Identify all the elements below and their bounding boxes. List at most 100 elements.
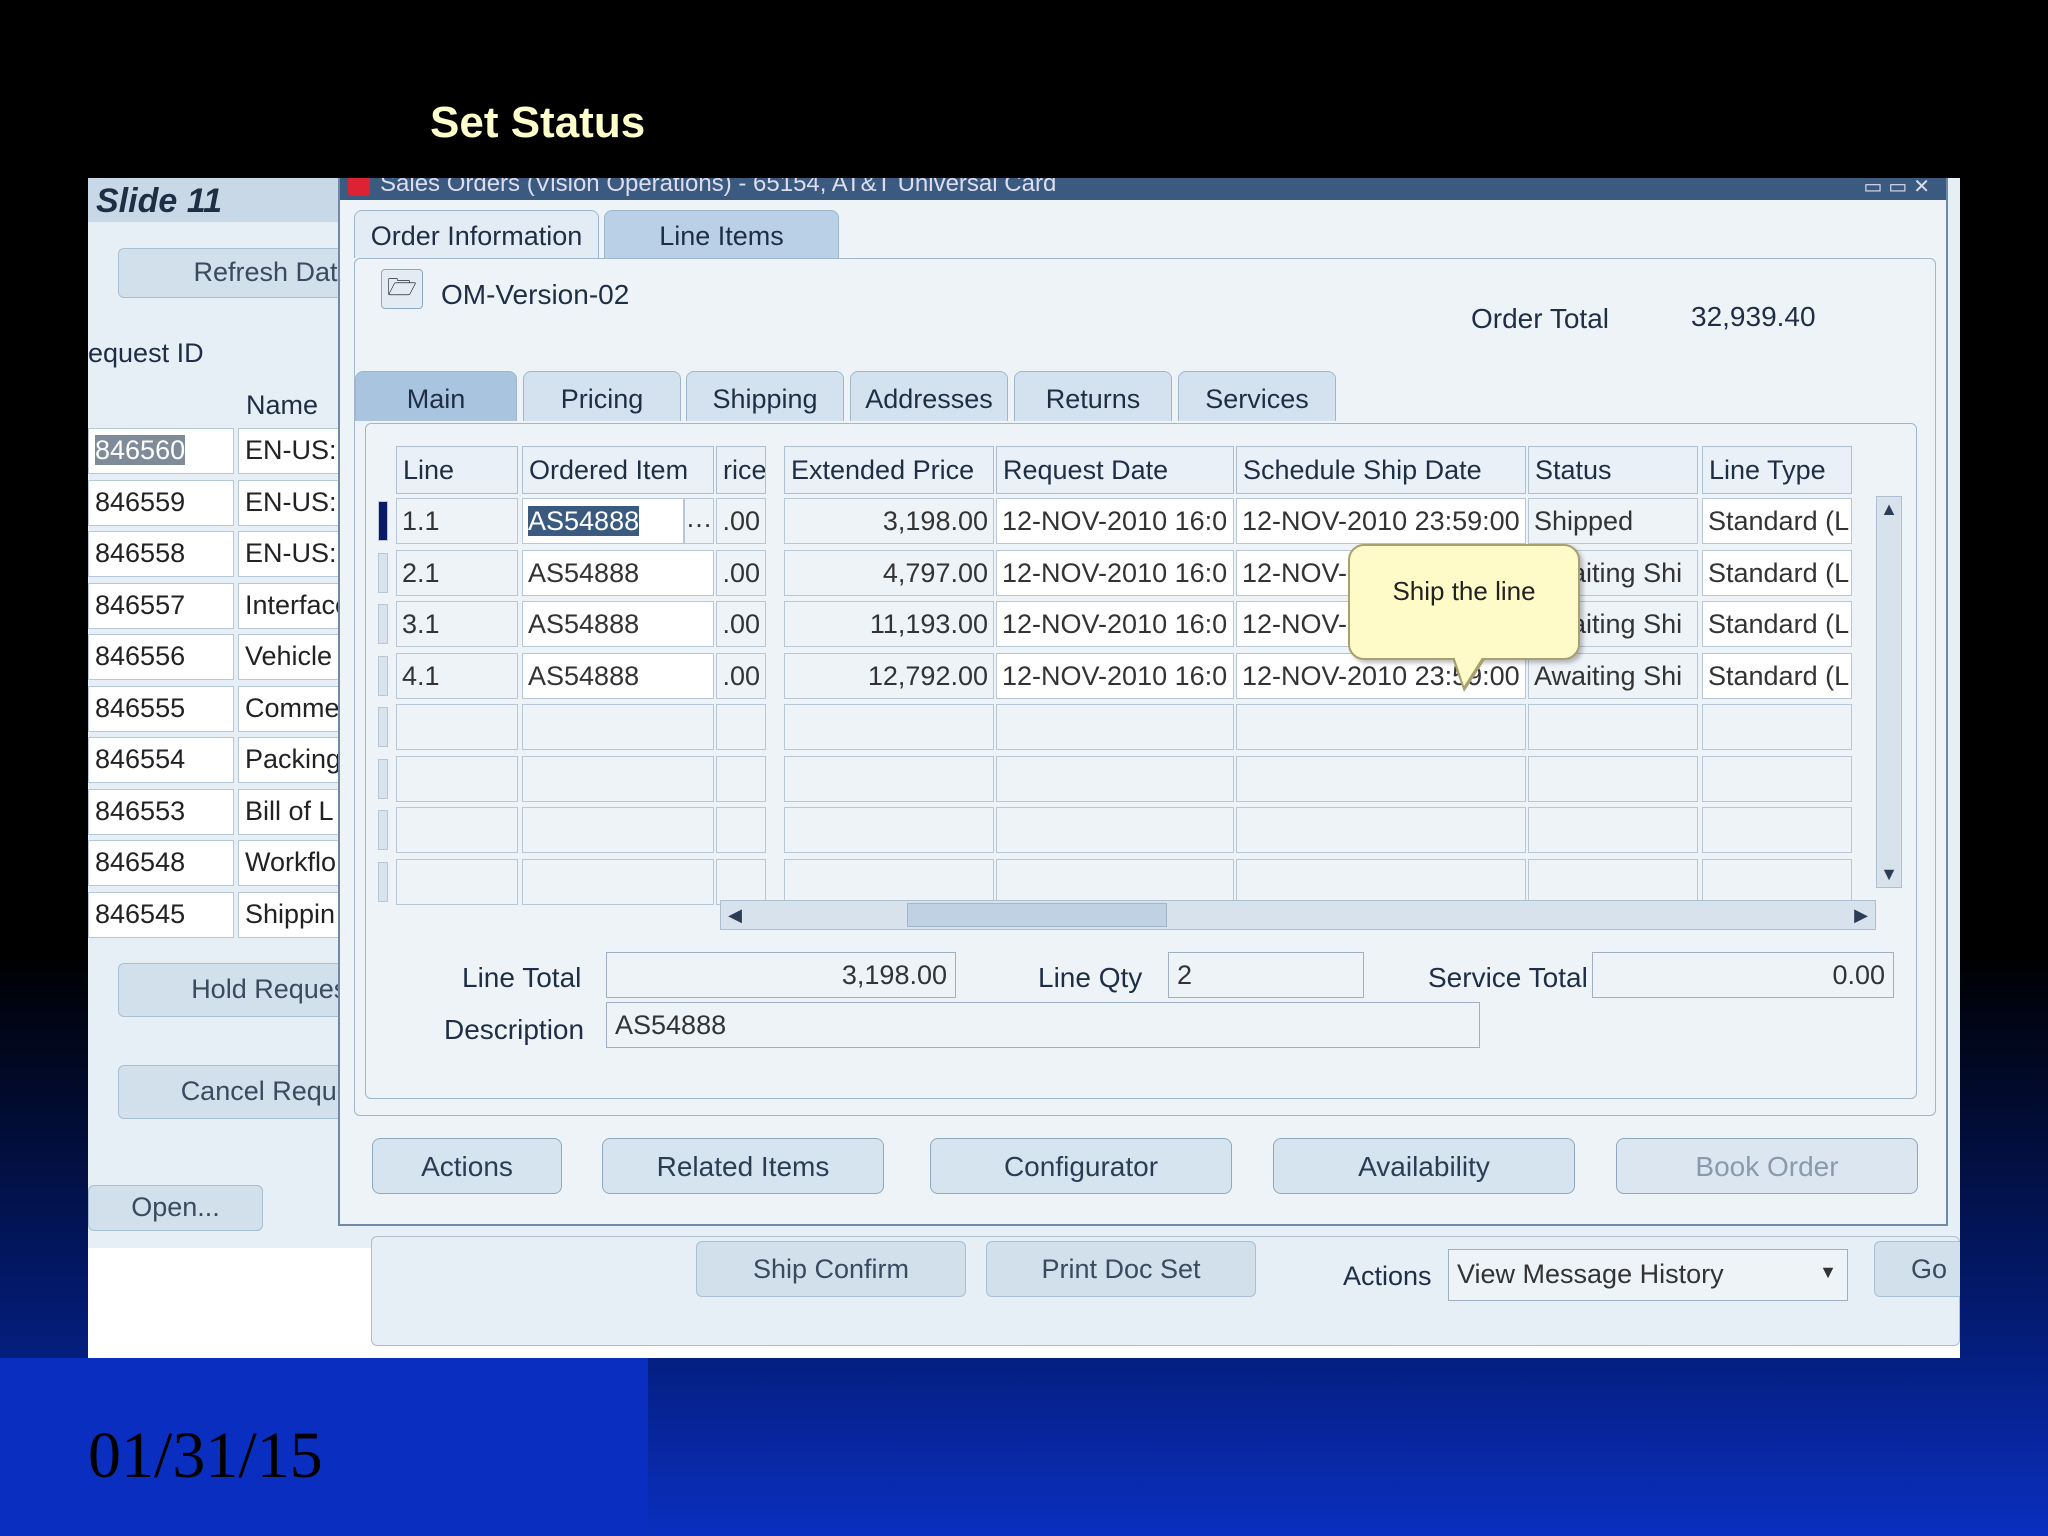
- column-header-schedule-ship-date[interactable]: Schedule Ship Date: [1236, 446, 1526, 494]
- ordered-item-cell[interactable]: [522, 704, 714, 750]
- ship-confirm-button[interactable]: Ship Confirm: [696, 1241, 966, 1297]
- schedule-ship-date-cell[interactable]: [1236, 807, 1526, 853]
- schedule-ship-date-cell[interactable]: 12-NOV-2010 23:59:00: [1236, 498, 1526, 544]
- column-header-price[interactable]: rice: [716, 446, 766, 494]
- request-name-cell[interactable]: Comme: [238, 685, 348, 732]
- status-cell[interactable]: [1528, 704, 1698, 750]
- extended-price-cell[interactable]: 12,792.00: [784, 652, 994, 699]
- line-type-cell[interactable]: Standard (L: [1702, 652, 1852, 699]
- actions-button[interactable]: Actions: [372, 1138, 562, 1194]
- ordered-item-cell[interactable]: [522, 858, 714, 905]
- extended-price-cell[interactable]: [784, 704, 994, 750]
- extended-price-cell[interactable]: [784, 858, 994, 905]
- row-indicator[interactable]: [378, 655, 388, 696]
- request-id-cell[interactable]: 846560: [88, 428, 234, 474]
- tab-order-information[interactable]: Order Information: [354, 210, 599, 258]
- line-type-cell[interactable]: [1702, 704, 1852, 750]
- row-indicator[interactable]: [378, 552, 388, 593]
- schedule-ship-date-cell[interactable]: [1236, 704, 1526, 750]
- line-cell[interactable]: [396, 704, 518, 750]
- status-cell[interactable]: Shipped: [1528, 498, 1698, 544]
- price-cell[interactable]: .00: [716, 549, 766, 596]
- request-name-cell[interactable]: Vehicle: [238, 634, 348, 680]
- ordered-item-cell[interactable]: [522, 755, 714, 802]
- row-indicator[interactable]: [378, 861, 388, 902]
- related-items-button[interactable]: Related Items: [602, 1138, 884, 1194]
- request-date-cell[interactable]: [996, 704, 1234, 750]
- extended-price-cell[interactable]: 3,198.00: [784, 498, 994, 544]
- tab-main[interactable]: Main: [355, 371, 517, 421]
- book-order-button[interactable]: Book Order: [1616, 1138, 1918, 1194]
- configurator-button[interactable]: Configurator: [930, 1138, 1232, 1194]
- ordered-item-cell[interactable]: AS54888: [522, 652, 714, 699]
- price-cell[interactable]: [716, 807, 766, 853]
- line-cell[interactable]: [396, 858, 518, 905]
- ordered-item-cell[interactable]: [522, 807, 714, 853]
- schedule-ship-date-cell[interactable]: [1236, 755, 1526, 802]
- tab-shipping[interactable]: Shipping: [686, 371, 844, 421]
- tab-addresses[interactable]: Addresses: [850, 371, 1008, 421]
- folder-icon[interactable]: 🗁: [381, 269, 423, 309]
- ordered-item-cell[interactable]: AS54888: [522, 549, 714, 596]
- row-indicator[interactable]: [378, 758, 388, 799]
- column-header-request-date[interactable]: Request Date: [996, 446, 1234, 494]
- line-cell[interactable]: 1.1: [396, 498, 518, 544]
- request-name-cell[interactable]: Shippin: [238, 891, 348, 938]
- scroll-down-icon[interactable]: ▼: [1877, 864, 1901, 885]
- column-header-line[interactable]: Line: [396, 446, 518, 494]
- request-name-cell[interactable]: EN-US:: [238, 428, 348, 474]
- request-name-cell[interactable]: Workflo: [238, 840, 348, 886]
- request-date-cell[interactable]: 12-NOV-2010 16:0: [996, 549, 1234, 596]
- lov-button[interactable]: …: [684, 498, 714, 544]
- ordered-item-cell[interactable]: AS54888: [522, 498, 684, 544]
- status-cell[interactable]: [1528, 807, 1698, 853]
- actions-select[interactable]: View Message History ▼: [1448, 1249, 1848, 1301]
- extended-price-cell[interactable]: [784, 807, 994, 853]
- status-cell[interactable]: [1528, 858, 1698, 905]
- request-name-cell[interactable]: EN-US:: [238, 479, 348, 526]
- request-id-cell[interactable]: 846553: [88, 788, 234, 835]
- request-date-cell[interactable]: 12-NOV-2010 16:0: [996, 498, 1234, 544]
- line-type-cell[interactable]: [1702, 807, 1852, 853]
- line-type-cell[interactable]: Standard (L: [1702, 601, 1852, 647]
- row-indicator[interactable]: [378, 501, 388, 541]
- request-id-cell[interactable]: 846545: [88, 891, 234, 938]
- tab-returns[interactable]: Returns: [1014, 371, 1172, 421]
- window-controls-icon[interactable]: ▭▭✕: [1863, 178, 1936, 199]
- request-date-cell[interactable]: 12-NOV-2010 16:0: [996, 652, 1234, 699]
- request-name-cell[interactable]: Interface: [238, 582, 348, 629]
- row-indicator[interactable]: [378, 604, 388, 644]
- status-cell[interactable]: [1528, 755, 1698, 802]
- request-date-cell[interactable]: [996, 755, 1234, 802]
- request-name-cell[interactable]: Bill of L: [238, 788, 348, 835]
- line-type-cell[interactable]: Standard (L: [1702, 498, 1852, 544]
- extended-price-cell[interactable]: 4,797.00: [784, 549, 994, 596]
- line-cell[interactable]: 2.1: [396, 549, 518, 596]
- request-name-cell[interactable]: EN-US:: [238, 531, 348, 577]
- horizontal-scroll-thumb[interactable]: [907, 903, 1167, 927]
- row-indicator[interactable]: [378, 707, 388, 747]
- column-header-status[interactable]: Status: [1528, 446, 1698, 494]
- line-cell[interactable]: [396, 807, 518, 853]
- column-header-extended-price[interactable]: Extended Price: [784, 446, 994, 494]
- scroll-up-icon[interactable]: ▲: [1877, 499, 1901, 520]
- request-date-cell[interactable]: 12-NOV-2010 16:0: [996, 601, 1234, 647]
- extended-price-cell[interactable]: 11,193.00: [784, 601, 994, 647]
- scroll-right-icon[interactable]: ▶: [1851, 905, 1871, 926]
- price-cell[interactable]: .00: [716, 601, 766, 647]
- line-type-cell[interactable]: Standard (L: [1702, 549, 1852, 596]
- request-id-cell[interactable]: 846557: [88, 582, 234, 629]
- open-button[interactable]: Open...: [88, 1185, 263, 1231]
- tab-pricing[interactable]: Pricing: [523, 371, 681, 421]
- description-field[interactable]: AS54888: [606, 1002, 1480, 1048]
- tab-services[interactable]: Services: [1178, 371, 1336, 421]
- ordered-item-cell[interactable]: AS54888: [522, 601, 714, 647]
- request-date-cell[interactable]: [996, 807, 1234, 853]
- line-type-cell[interactable]: [1702, 755, 1852, 802]
- line-qty-field[interactable]: 2: [1168, 952, 1364, 998]
- request-id-cell[interactable]: 846548: [88, 840, 234, 886]
- request-id-cell[interactable]: 846555: [88, 685, 234, 732]
- column-header-line-type[interactable]: Line Type: [1702, 446, 1852, 494]
- request-date-cell[interactable]: [996, 858, 1234, 905]
- price-cell[interactable]: [716, 704, 766, 750]
